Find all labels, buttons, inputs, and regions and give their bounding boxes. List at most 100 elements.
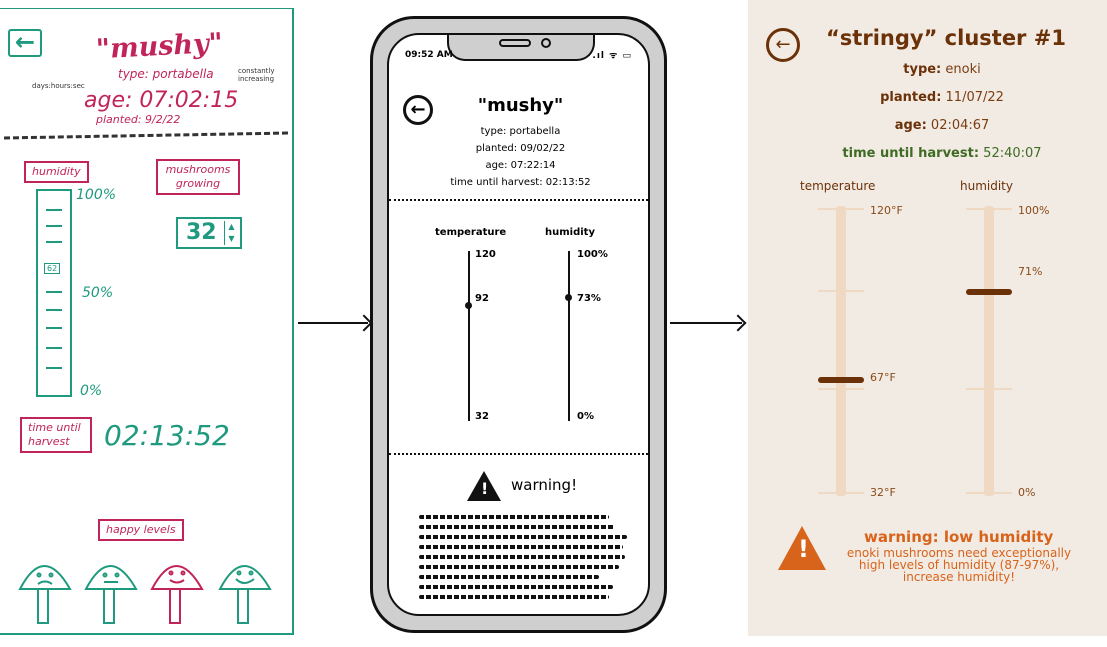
sketch-title: "mushy" xyxy=(95,27,224,66)
humidity-current: 71% xyxy=(1018,265,1043,278)
type-line: type: portabella xyxy=(480,126,561,137)
temperature-max: 120 xyxy=(475,249,496,260)
humidity-max: 100% xyxy=(1018,204,1050,217)
temperature-indicator[interactable] xyxy=(818,376,864,383)
humidity-current: 73% xyxy=(577,293,601,304)
temperature-handle[interactable] xyxy=(465,302,472,310)
type-value: enoki xyxy=(945,62,981,77)
tick xyxy=(818,388,864,390)
humidity-slider[interactable] xyxy=(568,251,570,421)
sketch-planted: planted: 9/2/22 xyxy=(96,113,181,126)
page-title: "mushy" xyxy=(477,95,564,116)
placeholder-text xyxy=(419,585,613,589)
mushrooms-count: 32 xyxy=(186,220,217,245)
humidity-min: 0% xyxy=(577,411,594,422)
stepper-arrows-icon[interactable]: ▲ ▼ xyxy=(224,221,238,245)
placeholder-text xyxy=(419,545,623,549)
tick xyxy=(46,209,62,211)
sketch-panel: ← "mushy" type: portabella days:hours:se… xyxy=(0,8,294,635)
type-label: type: xyxy=(903,62,942,77)
placeholder-text xyxy=(419,535,627,539)
humidity-label: humidity xyxy=(545,227,595,238)
temperature-label: temperature xyxy=(435,227,507,238)
humidity-handle[interactable] xyxy=(565,293,572,301)
hifi-panel: ← “stringy” cluster #1 type: enoki plant… xyxy=(748,0,1107,636)
sketch-type: type: portabella xyxy=(118,67,214,81)
mushrooms-stepper[interactable]: 32 ▲ ▼ xyxy=(176,217,242,249)
age-line: age: 02:04:67 xyxy=(812,118,1072,133)
status-clock: 09:52 AM xyxy=(405,50,453,60)
placeholder-text xyxy=(419,575,599,579)
age-value: 02:04:67 xyxy=(930,118,990,133)
camera-icon xyxy=(541,38,551,48)
tick xyxy=(966,208,1012,210)
humidity-top: 100% xyxy=(76,187,117,203)
sketch-age: age: 07:02:15 xyxy=(84,88,239,113)
harvest-line: time until harvest: 02:13:52 xyxy=(450,177,591,188)
temperature-min: 32 xyxy=(475,411,489,422)
humidity-indicator[interactable] xyxy=(966,288,1012,295)
humidity-min: 0% xyxy=(1018,486,1036,499)
time-value: 02:13:52 xyxy=(104,419,230,452)
tick xyxy=(966,388,1012,390)
temperature-current: 67°F xyxy=(870,371,896,384)
planted-line: planted: 09/02/22 xyxy=(475,143,566,154)
sketch-note-left: days:hours:sec xyxy=(32,82,85,90)
temperature-slider[interactable] xyxy=(468,251,470,421)
planted-value: 11/07/22 xyxy=(945,90,1004,105)
tick xyxy=(46,327,62,329)
age-label: age: xyxy=(894,118,927,133)
tick xyxy=(46,225,62,227)
flow-arrow-icon xyxy=(298,322,368,324)
phone-frame: 09:52 AM .ıl ᯤ ▭ ← "mushy" type: portabe… xyxy=(370,16,667,633)
temperature-max: 120°F xyxy=(870,204,903,217)
placeholder-text xyxy=(419,525,615,529)
tick xyxy=(818,208,864,210)
tick xyxy=(818,290,864,292)
placeholder-text xyxy=(419,555,625,559)
temperature-min: 32°F xyxy=(870,486,896,499)
tick xyxy=(46,241,62,243)
planted-line: planted: 11/07/22 xyxy=(812,90,1072,105)
divider xyxy=(389,453,648,455)
humidity-bottom: 0% xyxy=(80,383,103,399)
humidity-mid: 50% xyxy=(82,285,114,301)
mushrooms-label: mushrooms growing xyxy=(156,159,240,195)
flow-arrow-icon xyxy=(670,322,742,324)
tick xyxy=(46,347,62,349)
divider xyxy=(389,199,648,201)
placeholder-text xyxy=(419,595,609,599)
tick xyxy=(966,492,1012,494)
humidity-label: humidity xyxy=(24,161,89,183)
warning-title: warning! xyxy=(511,476,578,494)
back-arrow-icon[interactable]: ← xyxy=(766,28,800,62)
exclamation-triangle-icon: ! xyxy=(467,471,501,501)
sketch-note-right: constantly increasing xyxy=(238,67,275,83)
planted-label: planted: xyxy=(880,90,942,105)
phone-screen: 09:52 AM .ıl ᯤ ▭ ← "mushy" type: portabe… xyxy=(387,33,650,616)
humidity-label: humidity xyxy=(960,179,1013,193)
type-line: type: enoki xyxy=(812,62,1072,77)
speaker-icon xyxy=(499,39,531,47)
humidity-max: 100% xyxy=(577,249,608,260)
time-label: time until harvest xyxy=(20,417,92,453)
happy-label: happy levels xyxy=(98,519,184,541)
left-arrow-icon[interactable]: ← xyxy=(8,29,42,57)
tick xyxy=(818,492,864,494)
tick xyxy=(46,309,62,311)
placeholder-text xyxy=(419,515,609,519)
humidity-slider[interactable] xyxy=(984,206,994,496)
placeholder-text xyxy=(419,565,619,569)
signal-wifi-battery-icon: .ıl ᯤ ▭ xyxy=(592,51,632,61)
tick xyxy=(46,291,62,293)
divider xyxy=(3,131,289,140)
tick xyxy=(46,367,62,369)
exclamation-triangle-icon: ! xyxy=(778,526,826,570)
page-title: “stringy” cluster #1 xyxy=(826,26,1066,50)
phone-notch xyxy=(447,35,595,61)
humidity-bar[interactable]: 62 xyxy=(36,189,72,397)
harvest-line: time until harvest: 52:40:07 xyxy=(812,146,1072,161)
temperature-slider[interactable] xyxy=(836,206,846,496)
harvest-label: time until harvest: xyxy=(842,146,980,161)
temperature-label: temperature xyxy=(800,179,876,193)
